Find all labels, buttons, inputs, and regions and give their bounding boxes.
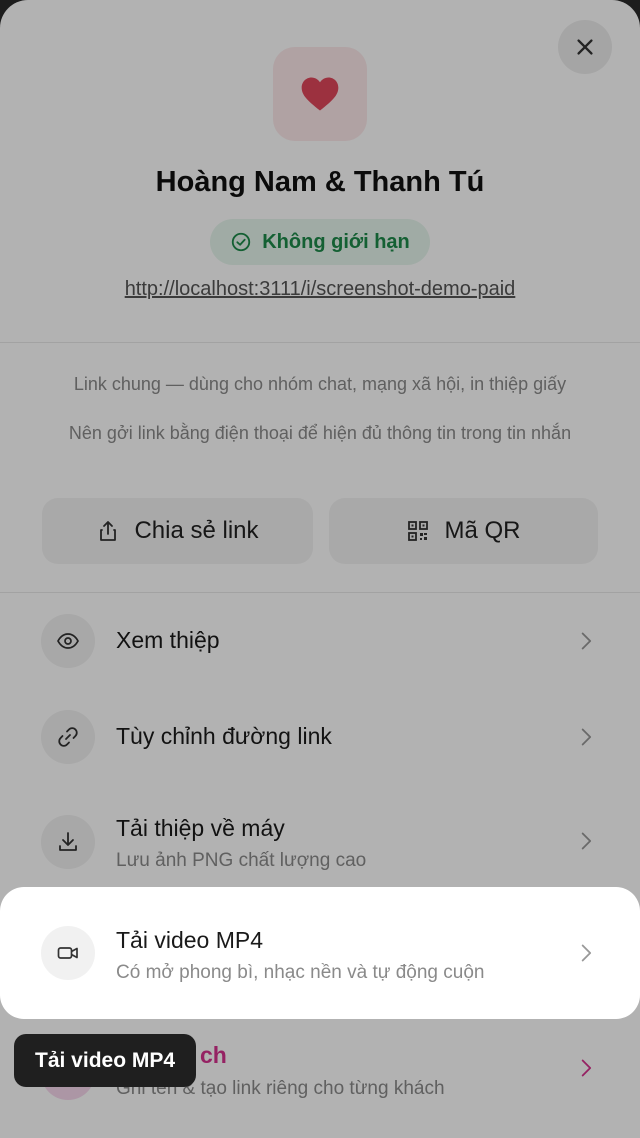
divider bbox=[0, 342, 640, 343]
heart-icon bbox=[301, 77, 339, 111]
share-link-label: Chia sẻ link bbox=[134, 517, 259, 544]
menu-item-sublabel: Có mở phong bì, nhạc nền và tự động cuộn bbox=[116, 962, 485, 983]
menu-item-custom-link[interactable]: Tùy chỉnh đường link bbox=[0, 689, 640, 785]
hint-general: Link chung — dùng cho nhóm chat, mạng xã… bbox=[73, 374, 567, 394]
qr-code-icon bbox=[408, 521, 429, 541]
eye-icon bbox=[57, 633, 79, 649]
card-title: Hoàng Nam & Thanh Tú bbox=[155, 166, 485, 198]
tooltip: Tải video MP4 bbox=[14, 1034, 197, 1087]
check-circle-icon bbox=[232, 232, 251, 252]
close-button[interactable] bbox=[558, 20, 612, 74]
video-icon bbox=[57, 947, 78, 959]
hint-phone: Nên gởi link bằng điện thoại để hiện đủ … bbox=[68, 423, 572, 443]
menu-item-view-card[interactable]: Xem thiệp bbox=[0, 593, 640, 689]
card-avatar bbox=[273, 47, 367, 141]
menu-item-label: ch bbox=[200, 1042, 227, 1068]
menu-icon-wrap bbox=[41, 710, 95, 764]
download-icon bbox=[59, 832, 77, 851]
menu-icon-wrap bbox=[41, 926, 95, 980]
chevron-right-icon bbox=[581, 944, 592, 962]
status-badge-label: Không giới hạn bbox=[262, 230, 410, 253]
menu-item-label: Tải thiệp về máy bbox=[116, 815, 285, 841]
highlighted-menu-item: Tải video MP4 Có mở phong bì, nhạc nền v… bbox=[0, 887, 640, 1019]
menu-icon-wrap bbox=[41, 815, 95, 869]
menu-item-label: Xem thiệp bbox=[116, 627, 220, 653]
chevron-right-icon bbox=[581, 1059, 592, 1077]
link-icon bbox=[58, 727, 78, 747]
menu-icon-wrap bbox=[41, 614, 95, 668]
chevron-right-icon bbox=[581, 728, 592, 746]
menu-item-sublabel: Lưu ảnh PNG chất lượng cao bbox=[116, 850, 367, 871]
close-icon bbox=[577, 39, 593, 55]
chevron-right-icon bbox=[581, 832, 592, 850]
share-link-button[interactable]: Chia sẻ link bbox=[42, 498, 313, 564]
chevron-right-icon bbox=[581, 632, 592, 650]
menu-item-label: Tùy chỉnh đường link bbox=[116, 723, 332, 749]
share-icon bbox=[100, 521, 117, 541]
qr-code-label: Mã QR bbox=[444, 517, 521, 544]
qr-code-button[interactable]: Mã QR bbox=[329, 498, 598, 564]
menu-item-download-video[interactable]: Tải video MP4 Có mở phong bì, nhạc nền v… bbox=[0, 887, 640, 1019]
status-badge: Không giới hạn bbox=[210, 219, 430, 265]
menu-item-download-card[interactable]: Tải thiệp về máy Lưu ảnh PNG chất lượng … bbox=[0, 785, 640, 897]
card-url-link[interactable]: http://localhost:3111/i/screenshot-demo-… bbox=[0, 278, 640, 301]
menu-item-label: Tải video MP4 bbox=[116, 927, 264, 953]
